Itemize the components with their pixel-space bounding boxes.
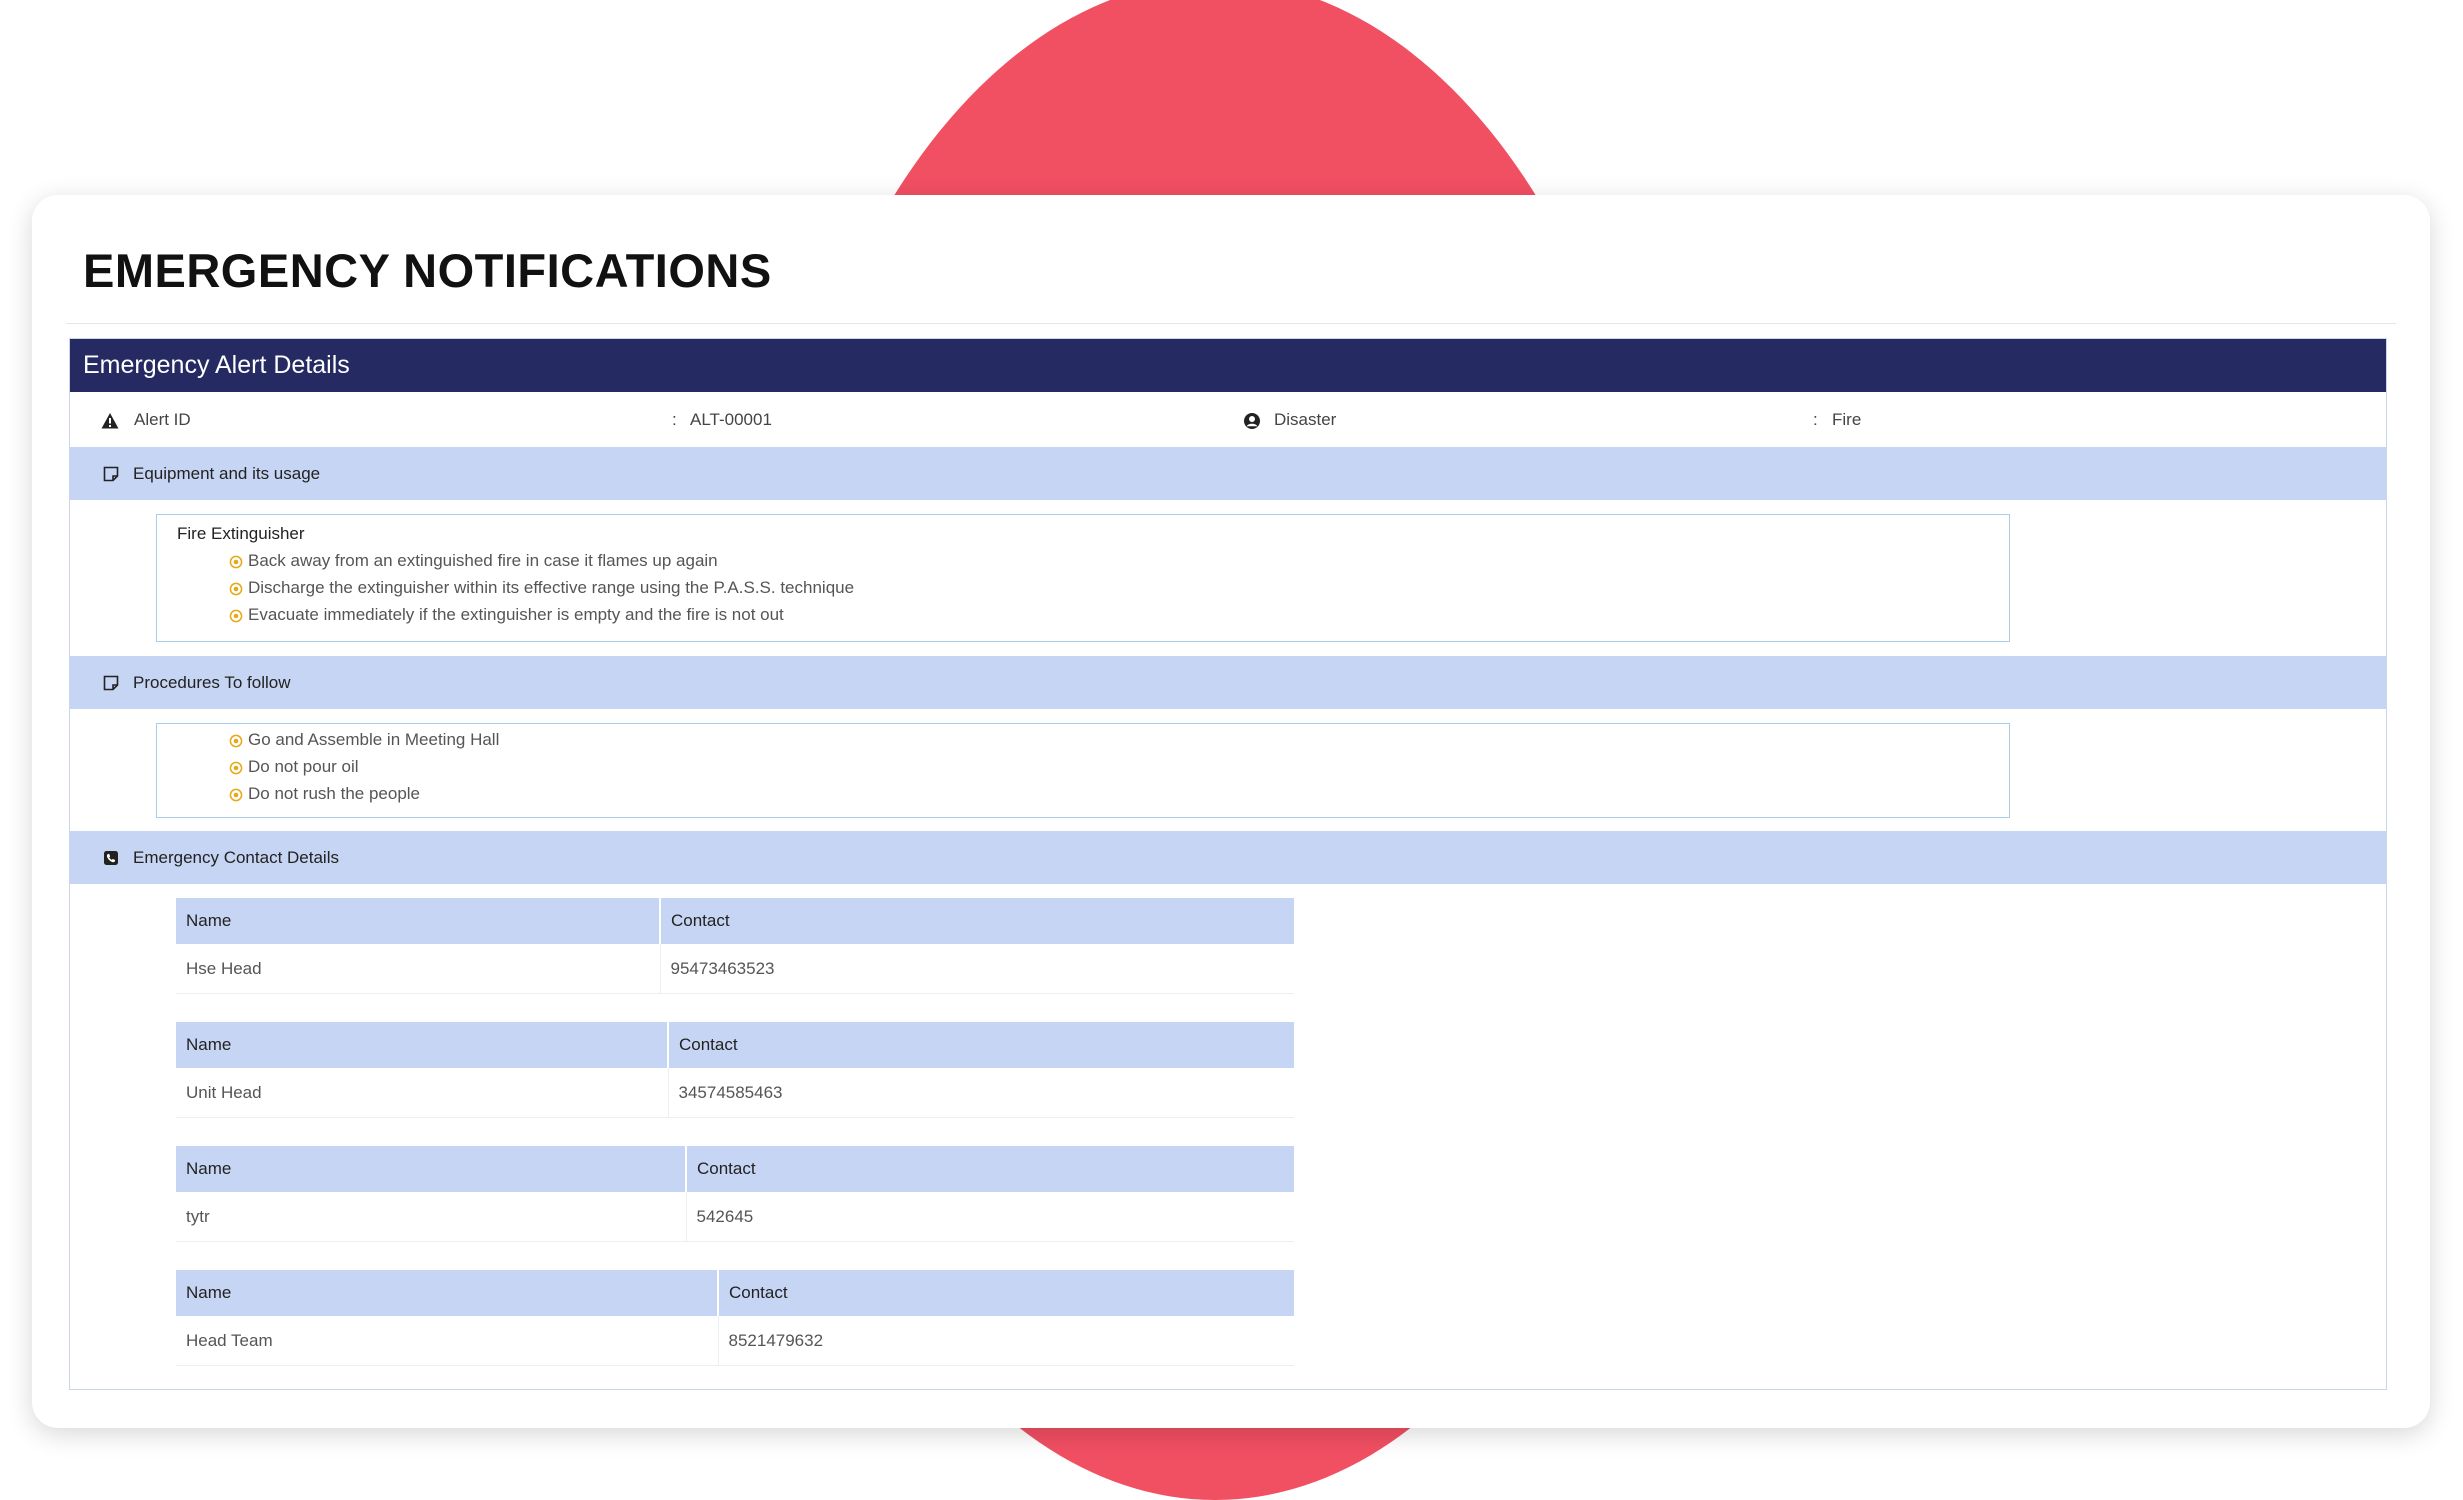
table-row: Hse Head 95473463523 [176, 944, 1294, 994]
equipment-usage-text: Discharge the extinguisher within its ef… [248, 578, 855, 597]
contact-table: Name Contact tytr 542645 [176, 1146, 1294, 1242]
bullet-circle-icon [229, 601, 243, 628]
table-row: Head Team 8521479632 [176, 1316, 1294, 1366]
table-row: tytr 542645 [176, 1192, 1294, 1242]
phone-icon [103, 848, 133, 868]
alert-id-label: Alert ID [134, 410, 191, 429]
contact-number: 95473463523 [659, 944, 1294, 994]
disaster-value: Fire [1832, 410, 1862, 429]
section-contacts: Emergency Contact Details [70, 831, 2386, 884]
equipment-usage-list: Back away from an extinguished fire in c… [157, 547, 2009, 628]
column-header-name: Name [176, 1270, 718, 1316]
bullet-circle-icon [229, 780, 243, 807]
column-header-contact: Contact [685, 1146, 1294, 1192]
section-contacts-label: Emergency Contact Details [133, 847, 339, 867]
alert-id-value: ALT-00001 [690, 410, 772, 429]
contact-name: Hse Head [176, 944, 660, 994]
panel-header: Emergency Alert Details [70, 339, 2386, 392]
contact-table: Name Contact Unit Head 34574585463 [176, 1022, 1294, 1118]
procedures-box: Go and Assemble in Meeting Hall Do not p… [156, 723, 2010, 818]
disaster-label: Disaster [1274, 410, 1337, 429]
section-equipment-label: Equipment and its usage [133, 463, 321, 483]
contact-name: Unit Head [176, 1068, 668, 1118]
column-header-name: Name [176, 1146, 686, 1192]
alert-details-panel: Emergency Alert Details Alert ID : ALT-0… [69, 338, 2387, 1390]
title-divider [66, 323, 2396, 324]
note-icon [103, 673, 133, 693]
procedure-text: Go and Assemble in Meeting Hall [248, 730, 500, 749]
equipment-box: Fire Extinguisher Back away from an exti… [156, 514, 2010, 642]
list-item: Evacuate immediately if the extinguisher… [229, 601, 2009, 628]
procedure-text: Do not rush the people [248, 784, 421, 803]
contact-number: 34574585463 [667, 1068, 1294, 1118]
equipment-usage-text: Back away from an extinguished fire in c… [248, 551, 718, 570]
equipment-usage-text: Evacuate immediately if the extinguisher… [248, 605, 784, 624]
column-header-contact: Contact [717, 1270, 1294, 1316]
section-procedures: Procedures To follow [70, 656, 2386, 709]
procedures-list: Go and Assemble in Meeting Hall Do not p… [157, 726, 2009, 807]
table-row: Unit Head 34574585463 [176, 1068, 1294, 1118]
bullet-circle-icon [229, 726, 243, 753]
section-procedures-label: Procedures To follow [133, 672, 291, 692]
alert-id-separator: : [672, 410, 677, 429]
section-equipment: Equipment and its usage [70, 447, 2386, 500]
column-header-contact: Contact [667, 1022, 1294, 1068]
contact-name: Head Team [176, 1316, 718, 1366]
bullet-circle-icon [229, 547, 243, 574]
list-item: Go and Assemble in Meeting Hall [229, 726, 2009, 753]
list-item: Back away from an extinguished fire in c… [229, 547, 2009, 574]
notification-card: EMERGENCY NOTIFICATIONS Emergency Alert … [32, 195, 2430, 1428]
bullet-circle-icon [229, 574, 243, 601]
equipment-name: Fire Extinguisher [177, 524, 305, 543]
contact-table: Name Contact Hse Head 95473463523 [176, 898, 1294, 994]
page-title: EMERGENCY NOTIFICATIONS [83, 244, 772, 297]
column-header-contact: Contact [659, 898, 1294, 944]
bullet-circle-icon [229, 753, 243, 780]
alert-info-row: Alert ID : ALT-00001 Disaster : Fire [70, 392, 2386, 447]
procedure-text: Do not pour oil [248, 757, 359, 776]
contact-name: tytr [176, 1192, 686, 1242]
list-item: Do not rush the people [229, 780, 2009, 807]
warning-icon [101, 392, 119, 447]
contact-number: 8521479632 [717, 1316, 1294, 1366]
note-icon [103, 464, 133, 484]
contact-number: 542645 [685, 1192, 1294, 1242]
column-header-name: Name [176, 898, 660, 944]
disaster-separator: : [1813, 410, 1818, 429]
list-item: Do not pour oil [229, 753, 2009, 780]
column-header-name: Name [176, 1022, 668, 1068]
user-circle-icon [1243, 392, 1261, 447]
contact-table: Name Contact Head Team 8521479632 [176, 1270, 1294, 1366]
list-item: Discharge the extinguisher within its ef… [229, 574, 2009, 601]
